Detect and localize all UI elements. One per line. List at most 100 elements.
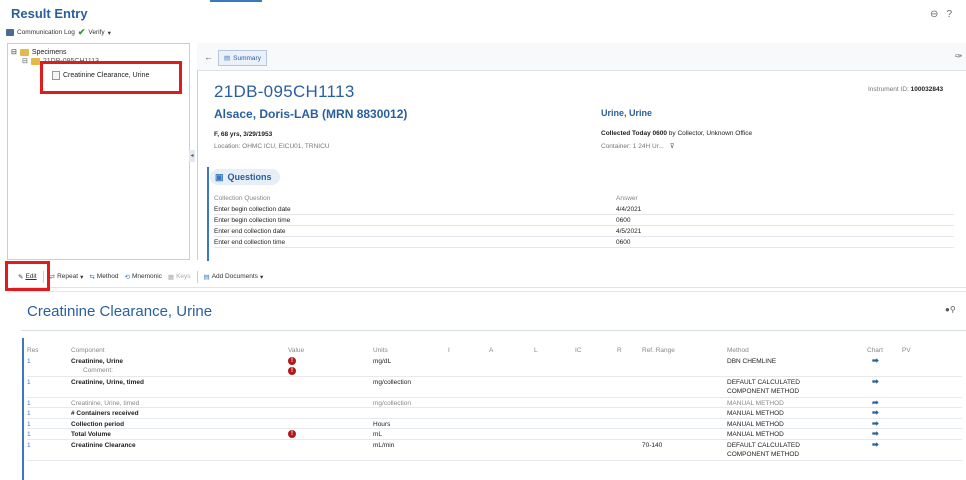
result-res: 1: [27, 441, 31, 449]
top-tab-indicator: [210, 0, 262, 2]
column-header-chart: Chart: [867, 347, 883, 354]
collapse-icon[interactable]: ⊟: [22, 57, 28, 65]
specimen-type: Urine, Urine: [601, 108, 653, 118]
keys-label: Keys: [176, 273, 191, 280]
chart-arrow-icon[interactable]: ➡: [872, 408, 879, 417]
results-table: Res Component Value Units I A L IC R Ref…: [27, 345, 962, 461]
highlight-box-edit: [5, 261, 50, 291]
method-label: Method: [96, 273, 119, 280]
result-row[interactable]: 1 Total Volume ! mL MANUAL METHOD ➡: [27, 429, 962, 440]
repeat-label: Repeat: [57, 273, 79, 280]
question-answer: 4/5/2021: [616, 227, 642, 235]
patient-name: Alsace, Doris-LAB (MRN 8830012): [214, 107, 408, 121]
result-res: 1: [27, 399, 31, 407]
result-component: Creatinine Clearance: [71, 441, 136, 449]
column-header-pv: PV: [902, 347, 911, 354]
result-res: 1: [27, 410, 31, 418]
results-accent-bar: [22, 338, 24, 480]
chart-arrow-icon[interactable]: ➡: [872, 377, 879, 386]
top-toolbar: Communication Log ✔ Verify ▾: [6, 27, 111, 38]
repeat-button[interactable]: ⇄ Repeat ▾: [50, 273, 84, 281]
back-arrow-icon[interactable]: ←: [204, 52, 213, 62]
question-answer: 4/4/2021: [616, 205, 642, 213]
column-header-component: Component: [71, 347, 105, 354]
result-method: DEFAULT CALCULATED: [727, 378, 800, 386]
result-row[interactable]: 1 # Containers received MANUAL METHOD ➡: [27, 408, 962, 419]
question-row: Enter begin collection time 0600: [214, 215, 954, 226]
result-res: 1: [27, 420, 31, 428]
question-answer: 0600: [616, 238, 631, 246]
results-title: Creatinine Clearance, Urine: [27, 303, 213, 320]
toolbar-divider: [196, 270, 198, 283]
questions-icon: ▣: [215, 171, 224, 182]
verify-dropdown-icon[interactable]: ▾: [108, 29, 111, 37]
repeat-icon: ⇄: [49, 273, 56, 281]
result-component: Creatinine, Urine, timed: [71, 399, 140, 407]
result-units: mL: [373, 431, 383, 439]
help-icon[interactable]: ?: [946, 9, 952, 20]
column-header-units: Units: [373, 347, 388, 354]
result-component: Creatinine, Urine, timed: [71, 378, 144, 386]
tree-root-label: Specimens: [31, 48, 67, 56]
folder-icon: [19, 48, 29, 56]
mnemonic-icon: ⟲: [124, 273, 130, 281]
result-method: DBN CHEMLINE: [727, 357, 777, 365]
result-row[interactable]: 1 Creatinine, Urine, timed mg/collection…: [27, 377, 962, 398]
result-method: MANUAL METHOD: [727, 431, 784, 439]
tree-root[interactable]: ⊟ Specimens: [11, 48, 67, 56]
window-controls: ⊖?: [922, 9, 952, 20]
question-answer: 0600: [616, 216, 631, 224]
panel-collapse-handle[interactable]: ◂: [189, 150, 195, 162]
patient-location: Location: OHMC ICU, EICU01, TRNICU: [214, 143, 330, 150]
verify-check-icon: ✔: [77, 27, 86, 37]
keys-button[interactable]: ▦ Keys: [168, 273, 191, 281]
chart-arrow-icon[interactable]: ➡: [872, 419, 879, 428]
result-row[interactable]: 1 Creatinine, Urine Comment: ! ! mg/dL D…: [27, 356, 962, 377]
result-res: 1: [27, 357, 31, 365]
container-filter-icon[interactable]: ⊽: [670, 143, 675, 150]
minimize-icon[interactable]: ⊖: [930, 9, 938, 20]
result-row[interactable]: 1 Creatinine Clearance mL/min 70-140 DEF…: [27, 440, 962, 461]
verify-button[interactable]: Verify: [88, 29, 104, 36]
result-row[interactable]: 1 Collection period Hours MANUAL METHOD …: [27, 419, 962, 430]
collapse-icon[interactable]: ⊟: [11, 48, 17, 56]
alert-icon[interactable]: !: [288, 356, 296, 365]
results-options-icon[interactable]: ●⚲: [945, 305, 956, 314]
keys-icon: ▦: [167, 273, 175, 281]
result-units: mg/collection: [373, 399, 411, 407]
result-row[interactable]: 1 Creatinine, Urine, timed mg/collection…: [27, 398, 962, 409]
pin-icon[interactable]: ✑: [955, 51, 963, 62]
questions-header-row: Collection Question Answer: [214, 193, 954, 204]
chart-arrow-icon[interactable]: ➡: [872, 356, 879, 365]
mnemonic-button[interactable]: ⟲ Mnemonic: [124, 273, 161, 281]
column-header-answer: Answer: [616, 195, 638, 202]
result-method-line2: COMPONENT METHOD: [727, 450, 800, 458]
chart-arrow-icon[interactable]: ➡: [872, 440, 879, 449]
question-row: Enter end collection time 0600: [214, 237, 954, 248]
document-icon: [52, 71, 60, 80]
add-documents-button[interactable]: ▤ Add Documents ▾: [204, 273, 264, 281]
result-units: mg/collection: [373, 378, 411, 386]
instrument-label: Instrument ID:: [868, 86, 909, 93]
communication-log-button[interactable]: Communication Log: [17, 29, 75, 36]
summary-tab[interactable]: ▤ Summary: [218, 50, 267, 66]
result-method: MANUAL METHOD: [727, 410, 784, 418]
alert-icon[interactable]: !: [288, 366, 296, 375]
method-button[interactable]: ⇆ Method: [89, 273, 118, 281]
question-text: Enter end collection time: [214, 238, 286, 246]
chart-arrow-icon[interactable]: ➡: [872, 429, 879, 438]
result-method: MANUAL METHOD: [727, 399, 784, 407]
column-header-ic: IC: [575, 347, 582, 354]
result-units: mL/min: [373, 441, 395, 449]
questions-header[interactable]: ▣ Questions: [210, 169, 280, 185]
result-toolbar: ✎ Edit ⇄ Repeat ▾ ⇆ Method ⟲ Mnemonic ▦ Keys ▤…: [12, 266, 966, 288]
chart-arrow-icon[interactable]: ➦: [872, 398, 879, 407]
method-icon: ⇆: [89, 273, 95, 281]
summary-tab-label: Summary: [233, 54, 261, 62]
result-comment-label: Comment:: [83, 366, 113, 374]
collection-info: Collected Today 0600 by Collector, Unkno…: [601, 130, 752, 137]
tree-item-creatinine-clearance[interactable]: Creatinine Clearance, Urine: [52, 71, 149, 80]
alert-icon[interactable]: !: [288, 430, 296, 439]
results-divider: [21, 330, 966, 331]
result-units: mg/dL: [373, 357, 392, 365]
